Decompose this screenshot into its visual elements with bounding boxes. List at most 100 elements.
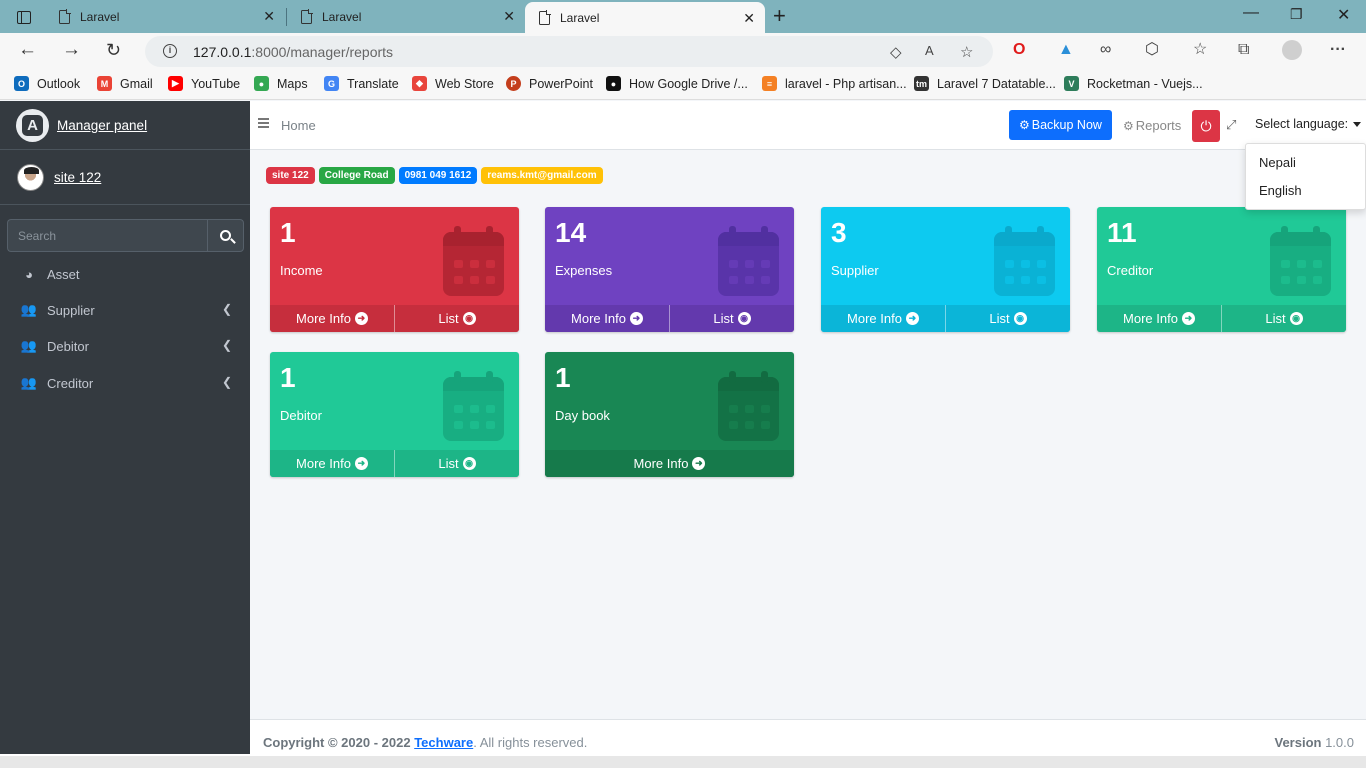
calendar-day xyxy=(1005,276,1014,284)
list-link[interactable]: List ◉ xyxy=(946,305,1070,332)
language-select[interactable]: Select language: xyxy=(1255,117,1362,131)
profile-avatar-icon[interactable] xyxy=(1282,40,1302,60)
favorites-icon[interactable]: ☆ xyxy=(1193,41,1207,59)
opera-icon[interactable]: O xyxy=(1013,41,1025,59)
more-info-link[interactable]: More Info ➜ xyxy=(821,305,945,332)
search-input[interactable] xyxy=(7,219,207,252)
sidebar-item-supplier[interactable]: 👥 Supplier ❮ xyxy=(8,294,244,326)
list-link[interactable]: List ◉ xyxy=(1222,305,1346,332)
extension-a-icon[interactable]: ▲ xyxy=(1058,41,1074,59)
bookmark-powerpoint[interactable]: P PowerPoint xyxy=(506,76,593,91)
backup-now-button[interactable]: ⚙ Backup Now xyxy=(1009,110,1112,140)
more-info-link[interactable]: More Info ➜ xyxy=(1097,305,1221,332)
box-label: Supplier xyxy=(831,263,879,278)
calendar-day xyxy=(1297,260,1306,268)
sidebar-item-creditor[interactable]: 👥 Creditor ❮ xyxy=(8,367,244,399)
calendar-day xyxy=(761,421,770,429)
extension-link-icon[interactable]: ∞ xyxy=(1100,41,1111,59)
version-info: Version 1.0.0 xyxy=(1274,735,1354,750)
scrollbar-thumb[interactable] xyxy=(0,756,1366,768)
copyright-years: Copyright © 2020 - 2022 xyxy=(263,735,411,750)
users-icon: 👥 xyxy=(20,375,38,390)
new-tab-icon[interactable]: + xyxy=(773,5,786,27)
chevron-left-icon: ❮ xyxy=(221,338,232,352)
user-name-link[interactable]: site 122 xyxy=(54,170,101,185)
bookmark-laravel-artisan[interactable]: ≡ laravel - Php artisan... xyxy=(762,76,907,91)
calendar-day xyxy=(729,405,738,413)
collections-icon[interactable]: ⧉ xyxy=(1238,41,1249,59)
bookmark-gmail[interactable]: M Gmail xyxy=(97,76,153,91)
browser-tab[interactable]: Laravel ✕ xyxy=(45,0,285,33)
calendar-header xyxy=(718,232,779,246)
eye-icon: ◉ xyxy=(1013,312,1027,325)
bookmark-youtube[interactable]: ▶ YouTube xyxy=(168,76,240,91)
logout-button[interactable]: ⏻ xyxy=(1192,110,1220,142)
reports-link[interactable]: ⚙ Reports xyxy=(1123,118,1181,133)
bookmark-google-drive[interactable]: ● How Google Drive /... xyxy=(606,76,748,91)
list-link[interactable]: List ◉ xyxy=(395,305,519,332)
info-icon[interactable]: i xyxy=(163,44,177,58)
language-option-nepali[interactable]: Nepali xyxy=(1259,155,1296,170)
bookmark-maps[interactable]: ● Maps xyxy=(254,76,308,91)
browser-tab-active[interactable]: Laravel ✕ xyxy=(525,2,765,33)
company-link[interactable]: Techware xyxy=(414,735,473,750)
list-link[interactable]: List ◉ xyxy=(395,450,519,477)
minimize-icon[interactable]: — xyxy=(1243,4,1259,22)
more-info-link[interactable]: More Info ➜ xyxy=(270,305,394,332)
brand-link[interactable]: A Manager panel xyxy=(0,101,250,150)
more-menu-icon[interactable]: ··· xyxy=(1330,41,1346,59)
bookmark-label: Translate xyxy=(347,76,399,91)
language-option-english[interactable]: English xyxy=(1259,183,1302,198)
fullscreen-icon[interactable]: ⤢ xyxy=(1226,117,1236,133)
brand-text[interactable]: Manager panel xyxy=(57,118,147,133)
browser-tab-bar: Laravel ✕ Laravel ✕ Laravel ✕ + — ❐ ✕ xyxy=(0,0,1366,33)
close-window-icon[interactable]: ✕ xyxy=(1337,5,1350,25)
sidebar-item-asset[interactable]: ◕ Asset xyxy=(8,258,244,290)
restore-icon[interactable]: ❐ xyxy=(1290,6,1303,23)
close-tab-icon[interactable]: ✕ xyxy=(263,9,275,23)
horizontal-scrollbar[interactable] xyxy=(0,754,1366,768)
read-aloud-icon[interactable]: A xyxy=(925,43,934,58)
tag-icon[interactable]: ◇ xyxy=(890,43,902,61)
bookmark-laravel-datatable[interactable]: tm Laravel 7 Datatable... xyxy=(914,76,1056,91)
sidebar-search xyxy=(7,219,244,252)
close-tab-icon[interactable]: ✕ xyxy=(743,11,755,25)
address-bar[interactable]: i 127.0.0.1:8000/manager/reports ◇ A ☆ xyxy=(145,36,993,67)
box-footer: More Info ➜ List ◉ xyxy=(270,450,519,477)
calendar-header xyxy=(1270,232,1331,246)
more-info-link[interactable]: More Info ➜ xyxy=(545,450,794,477)
bookmark-translate[interactable]: G Translate xyxy=(324,76,399,91)
box-label: Creditor xyxy=(1107,263,1154,278)
home-link[interactable]: Home xyxy=(281,118,316,133)
calendar-day xyxy=(729,421,738,429)
power-icon: ⏻ xyxy=(1200,117,1212,134)
more-info-link[interactable]: More Info ➜ xyxy=(270,450,394,477)
calendar-header xyxy=(994,232,1055,246)
reload-icon[interactable]: ↻ xyxy=(106,40,121,60)
tab-actions-icon[interactable] xyxy=(10,6,38,28)
extensions-icon[interactable]: ⬡ xyxy=(1145,41,1159,59)
list-link[interactable]: List ◉ xyxy=(670,305,794,332)
bookmark-rocketman[interactable]: V Rocketman - Vuejs... xyxy=(1064,76,1203,91)
bookmark-outlook[interactable]: O Outlook xyxy=(14,76,80,91)
bookmark-label: Outlook xyxy=(37,76,81,91)
list-label: List xyxy=(989,311,1010,326)
user-panel: site 122 xyxy=(0,150,250,205)
menu-toggle-icon[interactable] xyxy=(258,118,269,128)
close-tab-icon[interactable]: ✕ xyxy=(503,9,515,23)
browser-tab[interactable]: Laravel ✕ xyxy=(287,0,525,33)
bookmark-web-store[interactable]: ◆ Web Store xyxy=(412,76,494,91)
url-text[interactable]: 127.0.0.1:8000/manager/reports xyxy=(193,44,393,60)
back-icon[interactable]: ← xyxy=(18,40,37,60)
sidebar-item-debitor[interactable]: 👥 Debitor ❮ xyxy=(8,330,244,362)
more-info-link[interactable]: More Info ➜ xyxy=(545,305,669,332)
box-count: 1 xyxy=(280,362,296,393)
calendar-day xyxy=(470,276,479,284)
box-footer: More Info ➜ List ◉ xyxy=(270,305,519,332)
forward-icon[interactable]: → xyxy=(62,40,81,60)
box-footer: More Info ➜ xyxy=(545,450,794,477)
favorite-add-icon[interactable]: ☆ xyxy=(960,43,973,61)
search-button[interactable] xyxy=(207,219,244,252)
arrow-circle-right-icon: ➜ xyxy=(354,457,368,470)
calendar-ring xyxy=(761,226,768,238)
